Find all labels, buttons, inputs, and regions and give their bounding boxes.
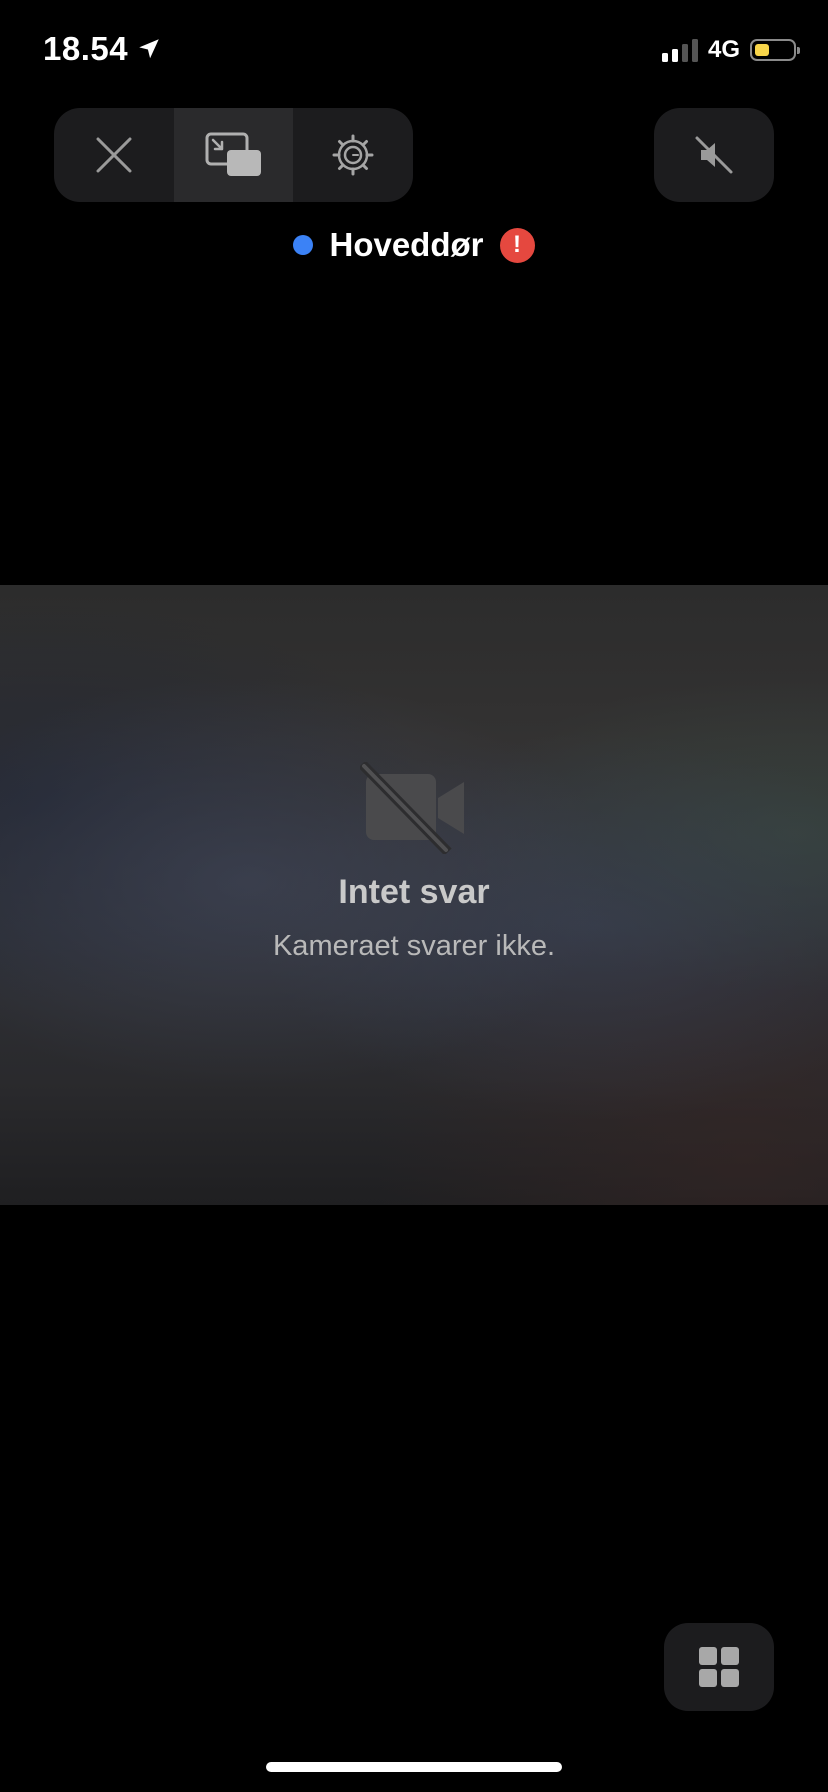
status-time: 18.54 [43,30,162,68]
camera-status-dot [293,235,314,255]
gear-icon [332,134,374,176]
status-bar: 18.54 4G [0,0,828,100]
camera-header: Hoveddør ! [0,226,828,264]
location-arrow-icon [139,39,159,59]
cellular-signal-icon [661,38,698,62]
home-indicator[interactable] [266,1762,562,1772]
network-type: 4G [707,36,740,63]
grid-view-button[interactable] [664,1623,774,1711]
close-button[interactable] [54,108,174,202]
status-time-text: 18.54 [43,30,129,67]
picture-in-picture-icon [205,132,261,176]
battery-icon [750,39,800,61]
grid-icon [699,1647,739,1687]
close-icon [96,137,132,173]
no-response-title: Intet svar [338,873,490,911]
camera-name: Hoveddør [329,226,484,263]
speaker-muted-icon [695,136,733,174]
settings-button[interactable] [293,108,413,202]
picture-in-picture-button[interactable] [173,108,294,202]
mute-button[interactable] [654,108,774,202]
no-response-message: Kameraet svarer ikke. [272,930,556,962]
alert-icon[interactable]: ! [499,227,535,263]
player-controls [54,108,413,202]
status-indicators: 4G [661,36,800,64]
video-off-icon [360,762,464,854]
